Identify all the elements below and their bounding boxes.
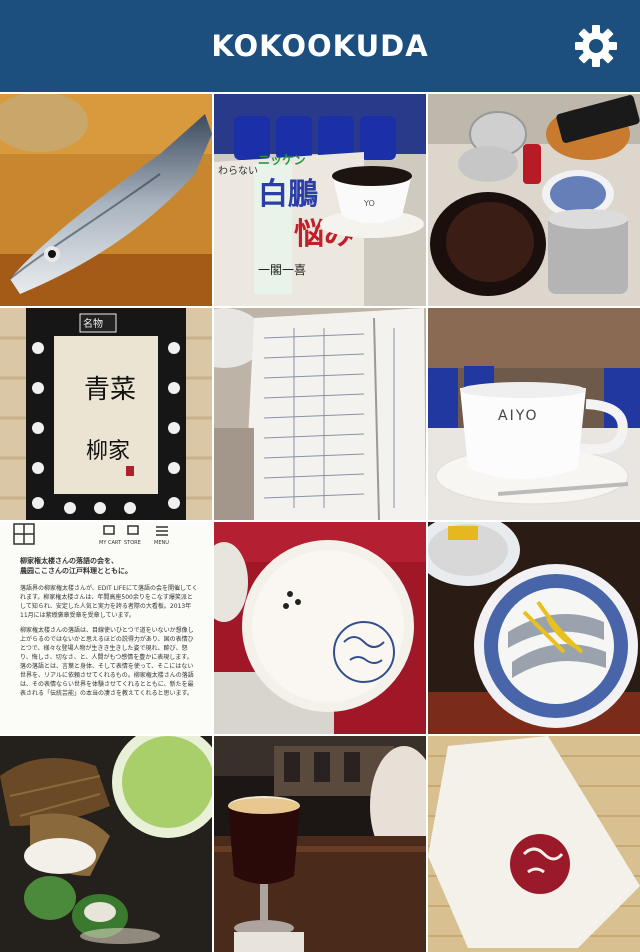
photo-aiyo-coffee[interactable]: AIYO (428, 308, 640, 520)
article-p2: 柳家権太楼さんの落語は、目線使いひとつで道をいないか想像し上がらるのではないかと… (20, 627, 194, 697)
photo-noren-calligraphy[interactable]: 名物 青菜 柳家 (0, 308, 212, 520)
photo-sushi-bowl[interactable] (428, 522, 640, 734)
photo-grid: 白鵬 悩み ニッケン わらない 一閣一喜 YO 名物 青菜 柳家 AIYO MY… (0, 92, 640, 952)
label-text: 一閣一喜 (258, 263, 306, 277)
small2-text: わらない (218, 165, 258, 177)
photo-wagashi-tea[interactable] (0, 736, 212, 952)
small-text: ニッケン (258, 153, 306, 167)
photo-cafe-drink[interactable] (214, 736, 426, 952)
photo-fish[interactable] (0, 94, 212, 306)
nav-cart[interactable]: MY CART (99, 540, 122, 546)
nav-menu[interactable]: MENU (154, 540, 169, 546)
headline-text: 白鵬 (258, 177, 318, 212)
photo-newspaper-coffee[interactable]: 白鵬 悩み ニッケン わらない 一閣一喜 YO (214, 94, 426, 306)
photo-paper-bag[interactable] (428, 736, 640, 952)
photo-notebook-table[interactable] (214, 308, 426, 520)
article-p1: 落語界の柳家権太楼さんが、EDIT LIFEにて落語の会を開催してくれます。柳家… (20, 585, 198, 619)
app-header: KOKOOKUDA (0, 0, 640, 92)
calligraphy-sub: 柳家 (86, 439, 130, 464)
calligraphy-main: 青菜 (84, 375, 136, 405)
stamp-text: 名物 (83, 317, 103, 330)
nav-store[interactable]: STORE (124, 540, 141, 546)
app-title: KOKOOKUDA (211, 29, 429, 63)
photo-web-article[interactable]: MY CART STORE MENU 柳家権太楼さんの落語の会を、 農园ここさん… (0, 522, 212, 734)
cup-text: YO (363, 199, 375, 208)
photo-teapots[interactable] (428, 94, 640, 306)
article-heading: 柳家権太楼さんの落語の会を、 農园ここさんの江戸料理とともに。 (20, 557, 132, 575)
cup-text: AIYO (498, 408, 539, 424)
photo-teacup-lid[interactable] (214, 522, 426, 734)
gear-icon[interactable] (574, 24, 618, 68)
